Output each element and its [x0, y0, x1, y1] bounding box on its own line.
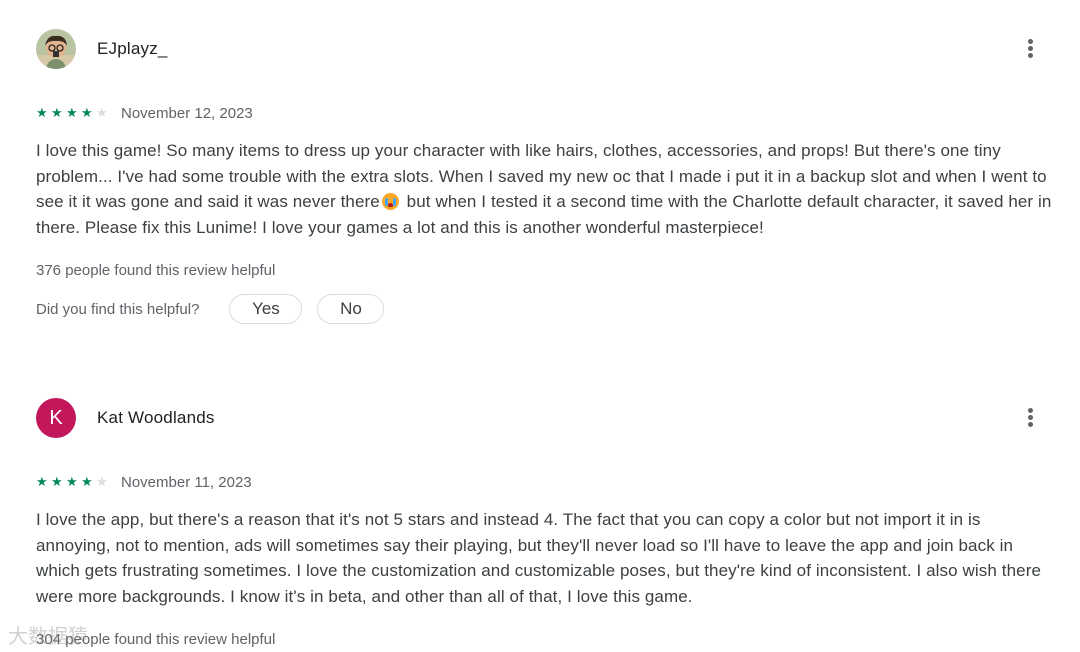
star-filled-icon: ★	[81, 105, 93, 120]
review-date: November 11, 2023	[121, 473, 252, 491]
review-body: I love this game! So many items to dress…	[36, 138, 1052, 240]
yes-button[interactable]: Yes	[229, 294, 303, 324]
avatar	[36, 29, 76, 69]
star-rating: ★ ★ ★ ★ ★	[36, 105, 111, 121]
star-empty-icon: ★	[96, 105, 108, 120]
no-button[interactable]: No	[317, 294, 385, 324]
star-filled-icon: ★	[66, 105, 78, 120]
more-vert-icon[interactable]	[1016, 35, 1044, 63]
helpful-count: 304 people found this review helpful	[36, 631, 276, 648]
helpful-count: 376 people found this review helpful	[36, 262, 276, 279]
review-author: EJplayz_	[97, 39, 168, 58]
review-body: I love the app, but there's a reason tha…	[36, 510, 1042, 606]
star-rating: ★ ★ ★ ★ ★	[36, 474, 111, 490]
review-meta: ★ ★ ★ ★ ★ November 11, 2023	[36, 472, 252, 492]
crying-face-emoji-icon	[381, 193, 399, 210]
avatar: K	[36, 398, 76, 438]
user-photo-icon	[36, 29, 76, 69]
star-filled-icon: ★	[36, 474, 48, 489]
star-filled-icon: ★	[36, 105, 48, 120]
review-meta: ★ ★ ★ ★ ★ November 12, 2023	[36, 103, 253, 123]
helpful-feedback: Did you find this helpful? Yes No	[36, 294, 399, 324]
star-filled-icon: ★	[51, 474, 63, 489]
star-filled-icon: ★	[66, 474, 78, 489]
helpful-question: Did you find this helpful?	[36, 300, 200, 318]
reviews-page: EJplayz_ ★ ★ ★ ★ ★ November 12, 2023 I l…	[0, 0, 1080, 652]
star-filled-icon: ★	[51, 105, 63, 120]
review-author: Kat Woodlands	[97, 408, 215, 427]
star-empty-icon: ★	[96, 474, 108, 489]
review-date: November 12, 2023	[121, 104, 253, 122]
star-filled-icon: ★	[81, 474, 93, 489]
more-vert-icon[interactable]	[1016, 404, 1044, 432]
